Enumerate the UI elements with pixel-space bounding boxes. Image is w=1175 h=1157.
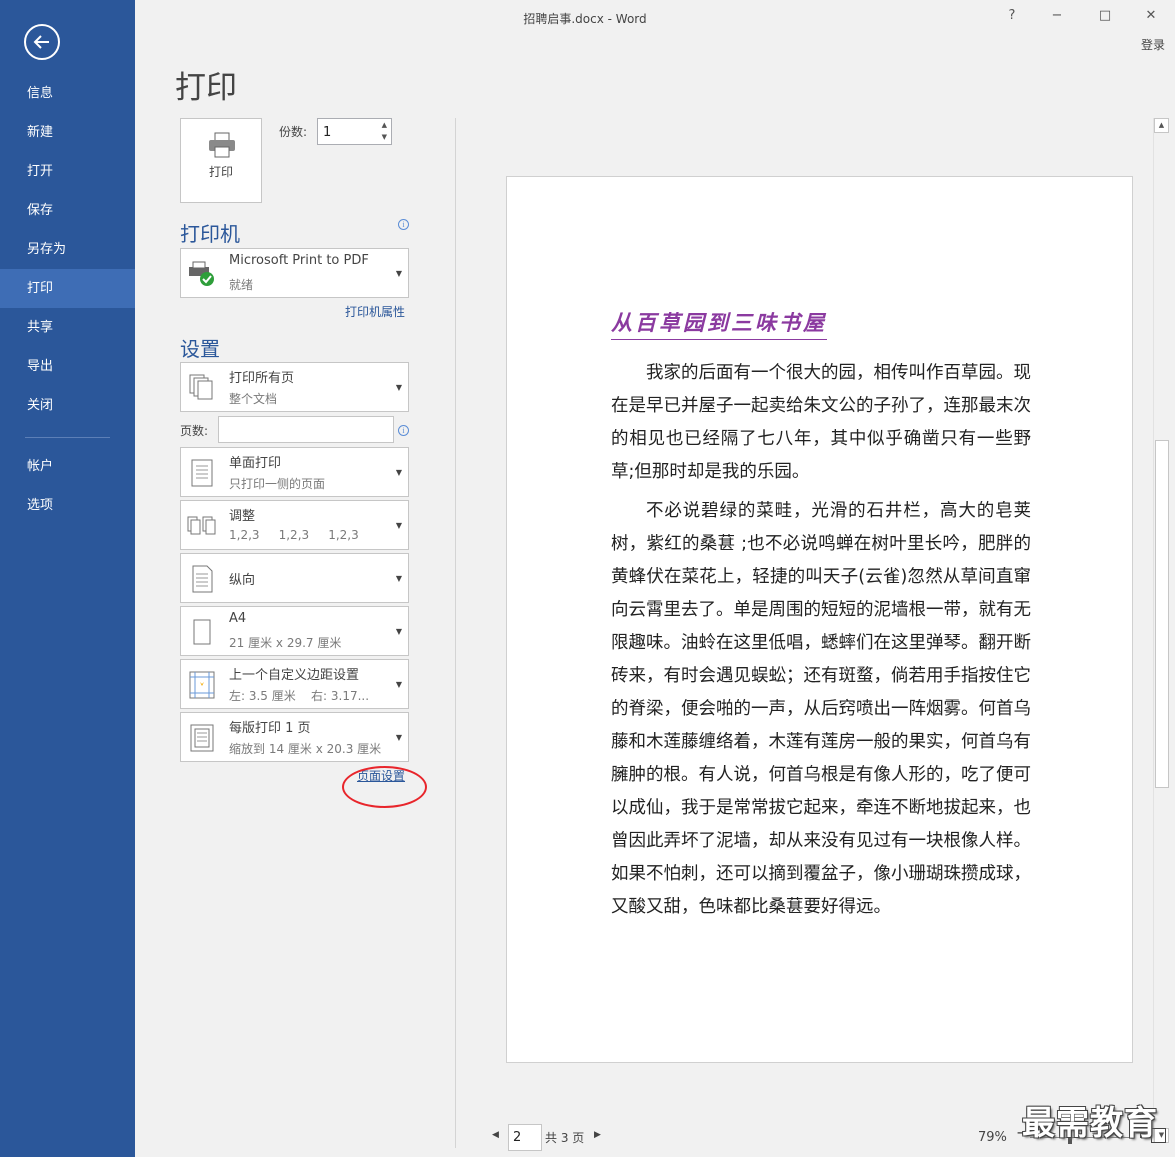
page-title: 打印 — [175, 70, 237, 106]
panel-divider — [455, 118, 456, 1148]
pages-input[interactable] — [218, 416, 394, 443]
nav-item-export[interactable]: 导出 — [0, 347, 135, 386]
chevron-down-icon: ▼ — [395, 574, 402, 583]
collate-dropdown[interactable]: 调整 1,2,3 1,2,3 1,2,3 ▼ — [180, 500, 409, 550]
print-range-dropdown[interactable]: 打印所有页 整个文档 ▼ — [180, 362, 409, 412]
help-button[interactable]: ? — [1000, 4, 1024, 28]
paper-icon — [193, 619, 211, 645]
pages-per-sheet-title: 每版打印 1 页 — [229, 721, 311, 736]
settings-section-title: 设置 — [180, 337, 220, 361]
print-button[interactable]: 打印 — [180, 118, 262, 203]
orientation-title: 纵向 — [229, 573, 256, 588]
back-arrow-icon[interactable] — [24, 24, 60, 60]
copies-stepper[interactable]: 1 ▲ ▼ — [317, 118, 392, 145]
print-preview-page: 从百草园到三味书屋 我家的后面有一个很大的园，相传叫作百草园。现在是早已并屋子一… — [506, 176, 1133, 1063]
window-title: 招聘启事.docx - Word — [523, 12, 647, 26]
maximize-button[interactable]: □ — [1093, 4, 1117, 28]
margins-title: 上一个自定义边距设置 — [229, 668, 360, 683]
printer-ready-icon — [189, 261, 214, 286]
nav-item-open[interactable]: 打开 — [0, 152, 135, 191]
print-button-label: 打印 — [208, 165, 233, 179]
portrait-icon — [192, 565, 213, 593]
margins-subtitle: 左: 3.5 厘米 右: 3.17... — [229, 689, 370, 703]
backstage-nav: 信息 新建 打开 保存 另存为 打印 共享 导出 关闭 帐户 选项 — [0, 0, 135, 1157]
sides-subtitle: 只打印一侧的页面 — [229, 477, 326, 491]
sign-in-link[interactable]: 登录 — [1141, 36, 1165, 53]
document-title: 从百草园到三味书屋 — [611, 307, 827, 340]
nav-item-close[interactable]: 关闭 — [0, 386, 135, 425]
printer-dropdown[interactable]: Microsoft Print to PDF 就绪 ▼ — [180, 248, 409, 298]
printer-name: Microsoft Print to PDF — [229, 253, 369, 268]
collate-subtitle: 1,2,3 1,2,3 1,2,3 — [229, 528, 359, 542]
nav-item-info[interactable]: 信息 — [0, 74, 135, 113]
nav-item-print[interactable]: 打印 — [0, 269, 135, 308]
paper-size-subtitle: 21 厘米 x 29.7 厘米 — [229, 636, 342, 650]
orientation-dropdown[interactable]: 纵向 ▼ — [180, 553, 409, 603]
copies-down-icon[interactable]: ▼ — [382, 133, 387, 141]
printer-icon — [209, 132, 235, 158]
nav-item-save[interactable]: 保存 — [0, 191, 135, 230]
pages-label: 页数: — [180, 424, 209, 438]
close-button[interactable]: ✕ — [1139, 4, 1163, 28]
minimize-button[interactable]: − — [1045, 4, 1069, 28]
print-range-subtitle: 整个文档 — [229, 392, 278, 406]
chevron-down-icon: ▼ — [395, 733, 402, 742]
copies-value: 1 — [323, 125, 332, 140]
sides-dropdown[interactable]: 单面打印 只打印一侧的页面 ▼ — [180, 447, 409, 497]
printer-status: 就绪 — [229, 278, 254, 292]
nav-item-save-as[interactable]: 另存为 — [0, 230, 135, 269]
chevron-down-icon: ▼ — [395, 468, 402, 477]
nav-item-share[interactable]: 共享 — [0, 308, 135, 347]
previous-page-icon[interactable]: ◀ — [492, 1130, 499, 1140]
chevron-down-icon: ▼ — [395, 627, 402, 636]
nav-item-account[interactable]: 帐户 — [0, 447, 135, 486]
chevron-down-icon: ▼ — [395, 521, 402, 530]
pages-icon — [189, 374, 213, 400]
page-setup-link[interactable]: 页面设置 — [357, 767, 405, 784]
collate-icon — [187, 516, 216, 535]
custom-margins-icon — [189, 671, 215, 699]
paper-size-title: A4 — [229, 611, 247, 626]
chevron-down-icon: ▼ — [395, 680, 402, 689]
nav-item-options[interactable]: 选项 — [0, 486, 135, 525]
copies-up-icon[interactable]: ▲ — [382, 121, 387, 129]
title-bar: 招聘启事.docx - Word ? − □ ✕ — [135, 0, 1175, 36]
info-icon[interactable]: i — [398, 425, 409, 436]
pages-per-sheet-subtitle: 缩放到 14 厘米 x 20.3 厘米 — [229, 742, 382, 756]
pages-per-sheet-dropdown[interactable]: 每版打印 1 页 缩放到 14 厘米 x 20.3 厘米 ▼ — [180, 712, 409, 762]
watermark-logo: 最需教育 — [1022, 1103, 1158, 1142]
document-paragraph: 不必说碧绿的菜畦，光滑的石井栏，高大的皂荚树，紫红的桑葚 ;也不必说鸣蝉在树叶里… — [611, 501, 1031, 917]
info-icon[interactable]: i — [398, 219, 409, 230]
margins-dropdown[interactable]: 上一个自定义边距设置 左: 3.5 厘米 右: 3.17... ▼ — [180, 659, 409, 709]
document-paragraph: 我家的后面有一个很大的园，相传叫作百草园。现在是早已并屋子一起卖给朱文公的子孙了… — [611, 363, 1031, 482]
paper-size-dropdown[interactable]: A4 21 厘米 x 29.7 厘米 ▼ — [180, 606, 409, 656]
nav-item-new[interactable]: 新建 — [0, 113, 135, 152]
scrollbar-thumb[interactable] — [1155, 440, 1169, 788]
chevron-down-icon: ▼ — [395, 383, 402, 392]
chevron-down-icon: ▼ — [395, 269, 402, 278]
preview-scrollbar[interactable]: ▲ ▼ — [1153, 118, 1169, 1143]
scroll-up-icon[interactable]: ▲ — [1154, 118, 1169, 133]
zoom-level[interactable]: 79% — [978, 1130, 1007, 1145]
one-sided-icon — [191, 459, 213, 487]
printer-section-title: 打印机 — [180, 222, 240, 246]
printer-properties-link[interactable]: 打印机属性 — [345, 303, 405, 320]
current-page-input[interactable]: 2 — [508, 1124, 542, 1151]
next-page-icon[interactable]: ▶ — [594, 1130, 601, 1140]
sides-title: 单面打印 — [229, 456, 282, 471]
collate-title: 调整 — [229, 509, 256, 524]
nav-divider — [25, 437, 110, 438]
pages-per-sheet-icon — [190, 724, 214, 752]
print-range-title: 打印所有页 — [229, 371, 295, 386]
copies-label: 份数: — [279, 125, 308, 139]
total-pages: 共 3 页 — [545, 1131, 585, 1145]
